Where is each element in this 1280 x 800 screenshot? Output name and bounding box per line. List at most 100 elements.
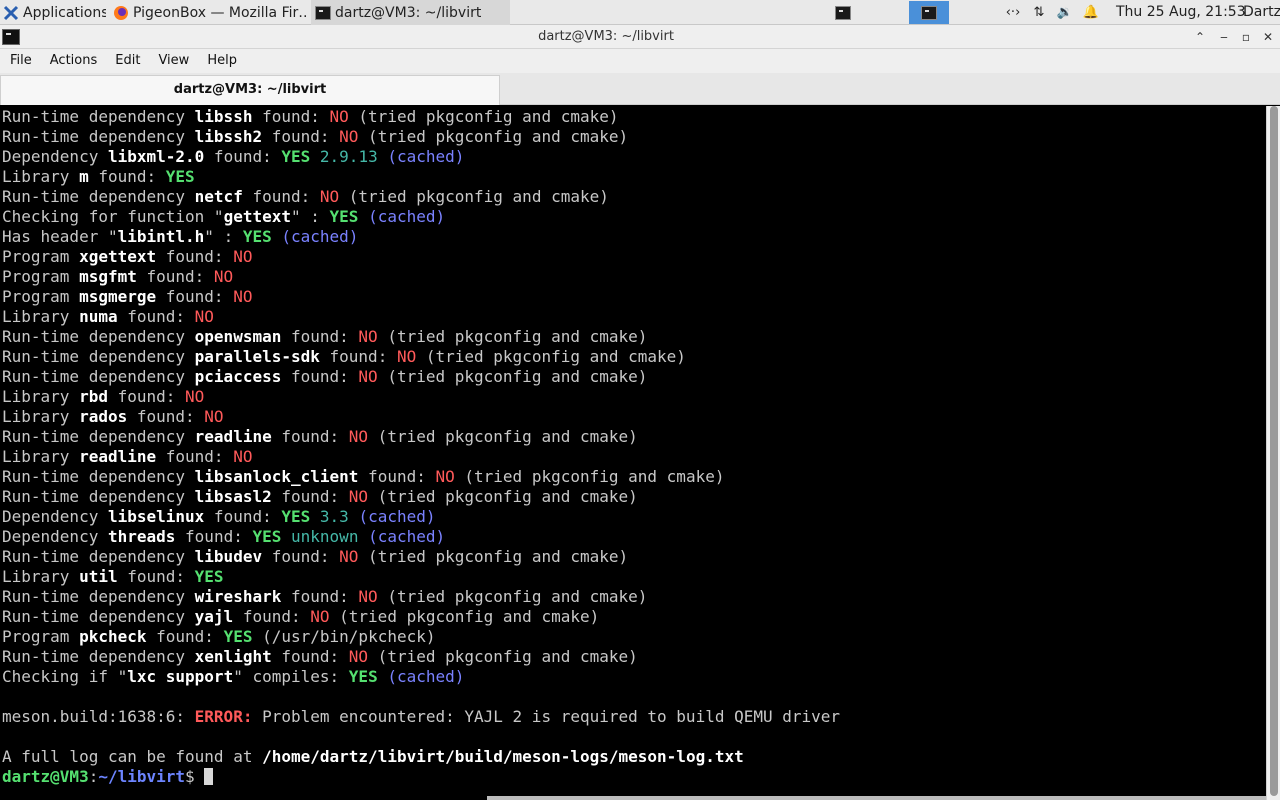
workspace-2-button[interactable]: [909, 1, 949, 24]
terminal-text-segment: YES: [348, 667, 378, 686]
terminal-text-segment: parallels-sdk: [194, 347, 320, 366]
terminal-line: Checking for function "gettext" : YES (c…: [0, 207, 1266, 227]
terminal-text-segment: NO: [329, 107, 349, 126]
terminal-text-segment: YES: [252, 527, 282, 546]
chevron-up-icon[interactable]: ⌃: [1191, 28, 1209, 46]
window-title: dartz@VM3: ~/libvirt: [538, 29, 674, 44]
network-arrows-icon[interactable]: ‹·›: [1000, 0, 1026, 25]
terminal-text-segment: pciaccess: [194, 367, 282, 386]
terminal-output[interactable]: Run-time dependency libssh found: NO (tr…: [0, 106, 1266, 800]
terminal-text-segment: 2.9.13: [319, 147, 378, 166]
window-titlebar[interactable]: dartz@VM3: ~/libvirt ⌃ ‒ ▫ ✕: [0, 25, 1280, 49]
terminal-text-segment: util: [79, 567, 118, 586]
volume-icon[interactable]: 🔉: [1052, 0, 1078, 25]
terminal-text-segment: found:: [281, 587, 359, 606]
taskbar-window-terminal[interactable]: dartz@VM3: ~/libvirt: [311, 0, 510, 25]
terminal-text-segment: Run-time dependency: [2, 347, 195, 366]
terminal-text-segment: (tried pkgconfig and cmake): [339, 187, 609, 206]
prompt-symbol: $: [185, 767, 205, 786]
tab-terminal[interactable]: dartz@VM3: ~/libvirt: [0, 75, 500, 105]
menu-view[interactable]: View: [148, 49, 197, 73]
terminal-text-segment: found:: [204, 507, 282, 526]
menu-edit[interactable]: Edit: [105, 49, 148, 73]
terminal-text-segment: gettext: [223, 207, 291, 226]
terminal-text-segment: found:: [117, 567, 195, 586]
terminal-text-segment: (cached): [368, 527, 446, 546]
menu-actions[interactable]: Actions: [40, 49, 106, 73]
terminal-line: Run-time dependency libudev found: NO (t…: [0, 547, 1266, 567]
terminal-text-segment: rados: [79, 407, 128, 426]
menu-file[interactable]: File: [0, 49, 40, 73]
terminal-text-segment: found:: [262, 547, 340, 566]
prompt-line[interactable]: dartz@VM3:~/libvirt$: [0, 767, 1266, 787]
terminal-line: Dependency libselinux found: YES 3.3 (ca…: [0, 507, 1266, 527]
terminal-text-segment: NO: [358, 327, 378, 346]
workspace-terminal-icon: [921, 5, 937, 20]
terminal-line: Checking if "lxc support" compiles: YES …: [0, 667, 1266, 687]
terminal-line: Dependency libxml-2.0 found: YES 2.9.13 …: [0, 147, 1266, 167]
applications-menu-button[interactable]: Applications: [0, 0, 106, 25]
terminal-line: meson.build:1638:6: ERROR: Problem encou…: [0, 707, 1266, 727]
terminal-text-segment: Run-time dependency: [2, 127, 195, 146]
terminal-text-segment: unknown: [291, 527, 359, 546]
prompt-user-host: dartz@VM3: [2, 767, 89, 786]
clock[interactable]: Thu 25 Aug, 21:53: [1116, 0, 1246, 25]
terminal-text-segment: " compiles:: [233, 667, 349, 686]
terminal-text-segment: (tried pkgconfig and cmake): [377, 367, 648, 386]
terminal-text-segment: NO: [348, 487, 369, 506]
close-icon[interactable]: ✕: [1259, 28, 1277, 46]
terminal-text-segment: Has header ": [2, 227, 118, 246]
terminal-text-segment: found:: [204, 147, 282, 166]
firefox-icon: [114, 5, 128, 20]
terminal-text-segment: libsanlock_client: [194, 467, 359, 486]
terminal-text-segment: (tried pkgconfig and cmake): [348, 107, 619, 126]
terminal-text-segment: libssh2: [194, 127, 263, 146]
scrollbar[interactable]: [1266, 106, 1280, 800]
prompt-separator: :: [88, 767, 99, 786]
workspace-terminal-icon: [835, 5, 851, 20]
scrollbar-thumb[interactable]: [1270, 106, 1278, 796]
terminal-text-segment: Checking for function ": [2, 207, 224, 226]
terminal-text-segment: Library: [2, 387, 80, 406]
terminal-text-segment: (tried pkgconfig and cmake): [368, 647, 638, 666]
terminal-text-segment: found:: [107, 387, 186, 406]
transfer-icon[interactable]: ⇅: [1026, 0, 1052, 25]
taskbar-window-firefox[interactable]: PigeonBox — Mozilla Fir…: [109, 0, 309, 25]
terminal-line: Library readline found: NO: [0, 447, 1266, 467]
terminal-text-segment: (tried pkgconfig and cmake): [358, 547, 629, 566]
terminal-text-segment: Run-time dependency: [2, 427, 195, 446]
terminal-text-segment: YES: [165, 167, 195, 186]
terminal-text-segment: " :: [291, 207, 330, 226]
prompt-path: ~/libvirt: [98, 767, 186, 786]
applications-x-icon: [3, 5, 19, 20]
maximize-icon[interactable]: ▫: [1237, 28, 1255, 46]
terminal-line: A full log can be found at /home/dartz/l…: [0, 747, 1266, 767]
taskbar: Applications PigeonBox — Mozilla Fir… da…: [0, 0, 1280, 25]
terminal-line: Program xgettext found: NO: [0, 247, 1266, 267]
terminal-window-label: dartz@VM3: ~/libvirt: [335, 4, 482, 21]
user-menu[interactable]: Dartz: [1243, 0, 1280, 25]
terminal-text-segment: found:: [156, 247, 234, 266]
minimize-icon[interactable]: ‒: [1215, 28, 1233, 46]
terminal-text-segment: NO: [435, 467, 455, 486]
terminal-text-segment: xgettext: [79, 247, 157, 266]
terminal-text-segment: (cached): [358, 507, 436, 526]
terminal-text-segment: found:: [242, 187, 320, 206]
terminal-text-segment: readline: [194, 427, 272, 446]
bell-icon[interactable]: 🔔: [1078, 0, 1104, 25]
menu-help[interactable]: Help: [197, 49, 245, 73]
terminal-text-segment: Run-time dependency: [2, 547, 195, 566]
terminal-text-segment: (tried pkgconfig and cmake): [368, 427, 638, 446]
terminal-line: Run-time dependency wireshark found: NO …: [0, 587, 1266, 607]
terminal-text-segment: Program: [2, 247, 80, 266]
workspace-1-button[interactable]: [823, 1, 863, 24]
terminal-text-segment: 3.3: [319, 507, 349, 526]
terminal-text-segment: lxc support: [127, 667, 234, 686]
menubar: File Actions Edit View Help: [0, 49, 1280, 73]
